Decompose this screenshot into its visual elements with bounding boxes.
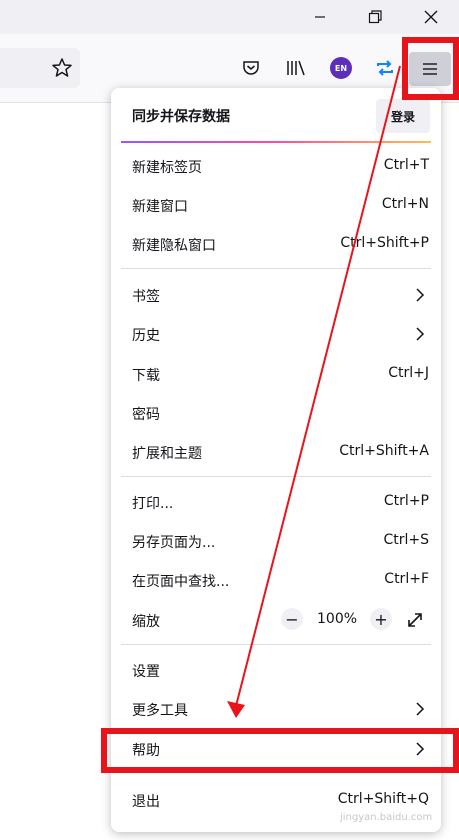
- watermark: jingyan.baidu.com: [340, 812, 433, 823]
- annotation-arrow: [227, 65, 401, 718]
